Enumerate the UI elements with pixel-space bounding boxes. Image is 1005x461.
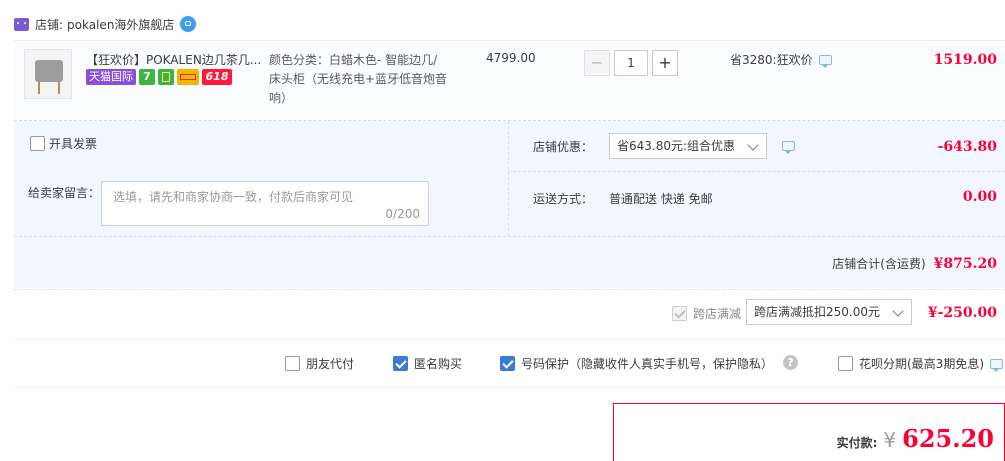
seller-message-input[interactable]: 选填，请先和商家协商一致，付款后商家可见 0/200 — [101, 181, 429, 226]
store-total-amount: ¥875.20 — [933, 255, 997, 272]
cross-store-option: 跨店满减 — [672, 305, 741, 322]
anonymous-checkbox[interactable] — [393, 356, 408, 371]
invoice-option[interactable]: 开具发票 — [30, 135, 97, 152]
attr-line-2: 床头柜（无线充电+蓝牙低音炮音 — [269, 72, 448, 86]
item-discount-text: 省3280:狂欢价 — [730, 53, 813, 67]
quantity-input[interactable]: 1 — [614, 50, 648, 76]
discount-info-icon[interactable] — [818, 54, 832, 68]
cross-store-label: 跨店满减 — [693, 307, 742, 321]
divider-4 — [14, 387, 1005, 388]
help-icon[interactable]: ? — [783, 355, 798, 370]
store-header: 店铺: pokalen海外旗舰店 — [14, 14, 197, 34]
item-subtotal: 1519.00 — [933, 52, 997, 68]
quantity-decrease-button[interactable]: − — [584, 50, 610, 76]
store-name[interactable]: pokalen海外旗舰店 — [67, 16, 174, 33]
friend-pay-checkbox[interactable] — [285, 356, 300, 371]
store-icon — [14, 17, 29, 31]
store-label: 店铺: — [35, 17, 64, 32]
attr-line-3: 响） — [269, 91, 294, 105]
attr-line-1: 颜色分类：白蜡木色- 智能边几/ — [269, 53, 438, 67]
quantity-increase-button[interactable]: + — [652, 50, 678, 76]
item-discount: 省3280:狂欢价 — [730, 51, 832, 68]
shipping-amount: 0.00 — [962, 189, 997, 205]
store-discount-info-icon[interactable] — [782, 141, 795, 154]
shipping-label: 运送方式： — [533, 192, 594, 206]
invoice-checkbox[interactable] — [30, 136, 45, 151]
service-icon — [158, 69, 174, 85]
anonymous-label: 匿名购买 — [414, 357, 463, 371]
friend-pay-option[interactable]: 朋友代付 — [285, 355, 354, 372]
store-discount-amount: -643.80 — [937, 139, 997, 155]
number-protect-option[interactable]: 号码保护（隐藏收件人真实手机号，保护隐私） — [500, 355, 773, 372]
number-protect-label: 号码保护（隐藏收件人真实手机号，保护隐私） — [521, 357, 774, 371]
quantity-stepper: − 1 + — [584, 50, 678, 76]
seller-message-counter: 0/200 — [385, 207, 420, 221]
sale-618-badge: 618 — [202, 69, 232, 85]
product-title[interactable]: 【狂欢价】POKALEN边几茶几... — [86, 51, 266, 68]
card-icon — [177, 69, 199, 85]
wangwang-chat-icon[interactable] — [180, 16, 197, 32]
huabei-checkbox[interactable] — [838, 356, 853, 371]
panel-vertical-divider — [508, 121, 509, 236]
invoice-label: 开具发票 — [49, 137, 98, 151]
unit-price: 4799.00 — [486, 51, 536, 65]
payment-summary-box: 实付款: ¥ 625.20 — [613, 403, 1005, 461]
tmall-intl-badge: 天猫国际 — [86, 69, 136, 85]
huabei-info-icon[interactable] — [990, 358, 1003, 372]
seller-message-label: 给卖家留言： — [28, 186, 101, 200]
panel-bottom-divider — [14, 236, 1005, 237]
cross-store-checkbox[interactable] — [672, 306, 687, 321]
chevron-down-icon — [747, 139, 759, 151]
order-options-panel: 开具发票 给卖家留言： 选填，请先和商家协商一致，付款后商家可见 0/200 店… — [14, 121, 1005, 288]
product-thumbnail[interactable] — [24, 49, 72, 99]
number-protect-checkbox[interactable] — [500, 356, 515, 371]
payment-currency: ¥ — [883, 428, 897, 452]
anonymous-option[interactable]: 匿名购买 — [393, 355, 462, 372]
divider-3 — [14, 339, 1005, 340]
huabei-label: 花呗分期(最高3期免息) — [859, 357, 984, 371]
friend-pay-label: 朋友代付 — [306, 357, 355, 371]
payment-label: 实付款: — [836, 436, 878, 450]
panel-horizontal-divider — [508, 171, 1005, 172]
store-total: 店铺合计(含运费) ¥875.20 — [832, 255, 997, 272]
store-discount-selected: 省643.80元:组合优惠 — [617, 139, 736, 153]
store-discount-label: 店铺优惠： — [533, 140, 594, 154]
store-total-label: 店铺合计(含运费) — [832, 257, 926, 271]
seller-message-placeholder: 选填，请先和商家协商一致，付款后商家可见 — [113, 190, 354, 204]
chevron-down-icon — [892, 305, 904, 317]
shipping-method: 普通配送 快递 免邮 — [609, 192, 713, 206]
cross-store-amount: ¥-250.00 — [927, 305, 997, 321]
payment-amount: 625.20 — [902, 424, 994, 453]
store-discount-select[interactable]: 省643.80元:组合优惠 — [609, 133, 767, 159]
cross-store-selected: 跨店满减抵扣250.00元 — [754, 305, 880, 319]
cross-store-select[interactable]: 跨店满减抵扣250.00元 — [746, 299, 912, 325]
item-row: 【狂欢价】POKALEN边几茶几... 天猫国际 7 618 颜色分类：白蜡木色… — [14, 40, 1005, 120]
payment-total: 实付款: ¥ 625.20 — [837, 424, 994, 453]
huabei-option[interactable]: 花呗分期(最高3期免息) — [838, 355, 1003, 372]
seven-day-return-badge: 7 — [139, 69, 155, 85]
divider-2 — [14, 289, 1005, 290]
product-attributes: 颜色分类：白蜡木色- 智能边几/ 床头柜（无线充电+蓝牙低音炮音 响） — [269, 51, 469, 108]
product-badges: 天猫国际 7 618 — [86, 69, 232, 85]
